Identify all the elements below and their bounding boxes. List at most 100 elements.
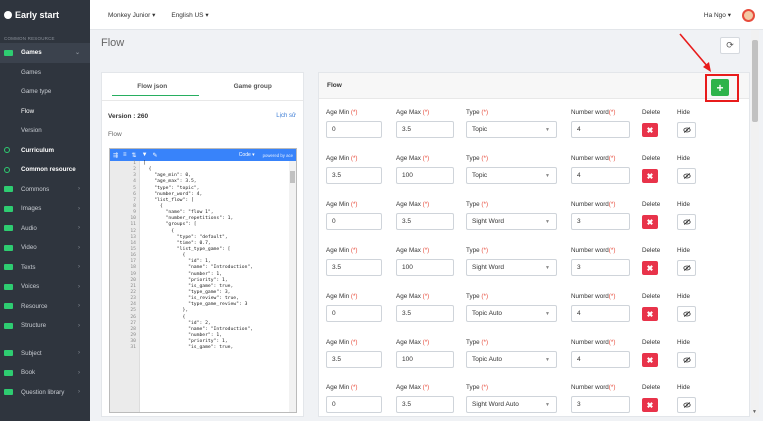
delete-button[interactable]: ✖ — [642, 307, 658, 321]
hide-button[interactable] — [677, 397, 696, 413]
hide-button[interactable] — [677, 306, 696, 322]
type-select[interactable]: Topic Auto ▼ — [466, 305, 557, 322]
sidebar-item-commons[interactable]: Commons › — [0, 180, 90, 200]
age-max-input[interactable]: 100 — [396, 167, 454, 184]
field-label: Type (*) — [466, 154, 557, 164]
add-flow-button[interactable]: + — [711, 79, 729, 96]
type-select[interactable]: Sight Word Auto ▼ — [466, 396, 557, 413]
sidebar-item-label: Game type — [21, 88, 52, 96]
sidebar-item-question-library[interactable]: Question library › — [0, 383, 90, 403]
editor-gutter: 1 2 3 4 5 6 7 8 9 10 11 12 13 14 15 16 17 18 19 20 21 22 23 24 2… — [110, 161, 140, 412]
type-select[interactable]: Topic ▼ — [466, 121, 557, 138]
age-min-input[interactable]: 0 — [326, 121, 382, 138]
number-word-input[interactable]: 4 — [571, 167, 630, 184]
sidebar-item-video[interactable]: Video › — [0, 238, 90, 258]
filter-icon[interactable]: ▼ — [142, 152, 148, 158]
sidebar-item-label: Version — [21, 127, 42, 135]
sidebar-item-common-resource[interactable]: Common resource — [0, 160, 90, 180]
menu-icon — [4, 303, 13, 310]
age-min-input[interactable]: 0 — [326, 305, 382, 322]
chevron-right-icon: › — [78, 225, 80, 232]
delete-button[interactable]: ✖ — [642, 215, 658, 229]
brand[interactable]: Early start — [0, 0, 90, 30]
hide-button[interactable] — [677, 260, 696, 276]
age-max-input[interactable]: 3.5 — [396, 121, 454, 138]
chevron-right-icon: › — [78, 244, 80, 251]
sidebar-item-book[interactable]: Book › — [0, 363, 90, 383]
refresh-button[interactable]: ⟳ — [720, 37, 740, 54]
json-editor[interactable]: ⇶ ≡ ⇅ ▼ ✎ Code ▾ powered by ace 12345678… — [109, 148, 297, 413]
number-word-input[interactable]: 4 — [571, 351, 630, 368]
hide-button[interactable] — [677, 352, 696, 368]
repair-icon[interactable]: ✎ — [153, 152, 158, 159]
sidebar-item-curriculum[interactable]: Curriculum — [0, 141, 90, 161]
field-label: Number word(*) — [571, 338, 630, 348]
required-mark: (*) — [422, 247, 430, 254]
age-min-input[interactable]: 3.5 — [326, 351, 382, 368]
hide-button[interactable] — [677, 122, 696, 138]
eye-slash-icon — [682, 357, 691, 363]
sidebar-item-voices[interactable]: Voices › — [0, 277, 90, 297]
delete-button[interactable]: ✖ — [642, 123, 658, 137]
history-link[interactable]: Lịch sử — [276, 113, 296, 119]
scroll-down-icon[interactable]: ▼ — [752, 409, 757, 415]
sidebar-item-audio[interactable]: Audio › — [0, 219, 90, 239]
type-select[interactable]: Topic ▼ — [466, 167, 557, 184]
type-select[interactable]: Sight Word ▼ — [466, 213, 557, 230]
delete-button[interactable]: ✖ — [642, 353, 658, 367]
age-min-input[interactable]: 0 — [326, 396, 382, 413]
age-max-input[interactable]: 3.5 — [396, 305, 454, 322]
page-scrollbar[interactable]: ▼ — [751, 30, 759, 417]
expand-all-icon[interactable]: ⇶ — [113, 152, 118, 159]
label-text: Age Min — [326, 155, 350, 162]
field-label: Age Min (*) — [326, 108, 382, 118]
editor-code[interactable]: [ { "age_min": 0, "age_max": 3.5, "type"… — [140, 161, 296, 412]
user-menu[interactable]: Ha Ngo ▾ — [704, 11, 731, 19]
tab-flow-json[interactable]: Flow json — [102, 73, 203, 100]
label-text: Age Min — [326, 384, 350, 391]
age-max-input[interactable]: 100 — [396, 259, 454, 276]
age-min-input[interactable]: 3.5 — [326, 259, 382, 276]
tab-game-group[interactable]: Game group — [203, 73, 304, 100]
sidebar-item-games[interactable]: Games — [0, 63, 90, 83]
hide-button[interactable] — [677, 168, 696, 184]
number-word-input[interactable]: 3 — [571, 213, 630, 230]
sidebar-item-structure[interactable]: Structure › — [0, 316, 90, 336]
avatar[interactable] — [742, 9, 755, 22]
product-dropdown[interactable]: Monkey Junior ▾ — [108, 11, 155, 19]
delete-button[interactable]: ✖ — [642, 398, 658, 412]
hide-button[interactable] — [677, 214, 696, 230]
sidebar-item-resource[interactable]: Resource › — [0, 297, 90, 317]
sidebar-item-game-type[interactable]: Game type — [0, 82, 90, 102]
sidebar-item-texts[interactable]: Texts › — [0, 258, 90, 278]
sidebar-item-flow[interactable]: Flow — [0, 102, 90, 122]
label-text: Number word — [571, 155, 609, 162]
age-min-input[interactable]: 0 — [326, 213, 382, 230]
age-max-input[interactable]: 3.5 — [396, 213, 454, 230]
editor-scrollbar-thumb[interactable] — [290, 171, 295, 183]
sidebar-item-games[interactable]: Games ⌄ — [0, 43, 90, 63]
type-value: Topic — [472, 172, 488, 179]
type-select[interactable]: Sight Word ▼ — [466, 259, 557, 276]
sidebar-item-version[interactable]: Version — [0, 121, 90, 141]
language-dropdown[interactable]: English US ▾ — [171, 11, 208, 19]
sort-icon[interactable]: ⇅ — [132, 152, 137, 159]
editor-scrollbar[interactable] — [289, 161, 296, 412]
type-select[interactable]: Topic Auto ▼ — [466, 351, 557, 368]
powered-by-link[interactable]: powered by ace — [263, 153, 293, 158]
age-min-input[interactable]: 3.5 — [326, 167, 382, 184]
number-word-input[interactable]: 4 — [571, 305, 630, 322]
mode-dropdown[interactable]: Code ▾ — [239, 152, 255, 158]
number-word-input[interactable]: 4 — [571, 121, 630, 138]
age-max-input[interactable]: 100 — [396, 351, 454, 368]
field-label: Type (*) — [466, 108, 557, 118]
sidebar-item-images[interactable]: Images › — [0, 199, 90, 219]
age-max-input[interactable]: 3.5 — [396, 396, 454, 413]
number-word-input[interactable]: 3 — [571, 396, 630, 413]
page-scrollbar-thumb[interactable] — [752, 40, 758, 122]
delete-button[interactable]: ✖ — [642, 169, 658, 183]
collapse-all-icon[interactable]: ≡ — [123, 152, 127, 158]
sidebar-item-subject[interactable]: Subject › — [0, 344, 90, 364]
delete-button[interactable]: ✖ — [642, 261, 658, 275]
number-word-input[interactable]: 3 — [571, 259, 630, 276]
